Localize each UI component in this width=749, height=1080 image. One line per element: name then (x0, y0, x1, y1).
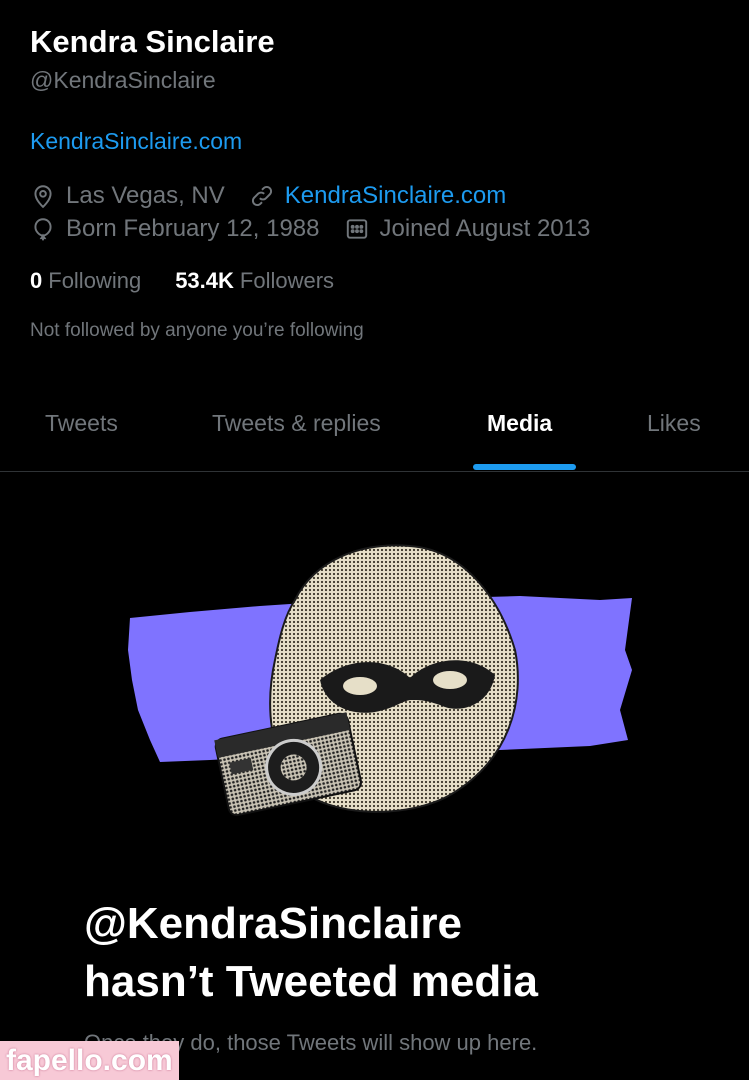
tab-tweets[interactable]: Tweets (45, 410, 118, 437)
location-icon (34, 185, 52, 209)
followers-count: 53.4K (175, 268, 234, 293)
empty-state-title: @KendraSinclaire hasn’t Tweeted media (84, 895, 724, 1011)
location-text: Las Vegas, NV (66, 182, 225, 209)
profile-meta-row-2: Born February 12, 1988 Joined August 201… (30, 215, 590, 243)
location-item: Las Vegas, NV (30, 182, 225, 210)
following-link[interactable]: 0 Following (30, 268, 141, 294)
birthday-text: Born February 12, 1988 (66, 215, 320, 242)
profile-handle: @KendraSinclaire (30, 67, 216, 93)
following-label: Following (48, 268, 142, 293)
empty-state-title-line1: @KendraSinclaire (84, 899, 462, 948)
calendar-icon (346, 219, 367, 239)
tabs-divider (0, 471, 749, 472)
website-link[interactable]: KendraSinclaire.com (285, 182, 506, 210)
followers-label: Followers (239, 268, 335, 293)
profile-name: Kendra Sinclaire (30, 24, 275, 59)
joined-item: Joined August 2013 (344, 215, 591, 243)
followers-link[interactable]: 53.4K Followers (175, 268, 334, 294)
active-tab-indicator (473, 464, 576, 470)
birthday-balloon-icon (34, 218, 52, 241)
link-icon (251, 185, 272, 207)
empty-state-title-line2: hasn’t Tweeted media (84, 957, 538, 1006)
empty-media-illustration (128, 544, 632, 817)
not-followed-note: Not followed by anyone you’re following (30, 320, 364, 341)
tab-likes[interactable]: Likes (647, 410, 701, 437)
tab-tweets-replies[interactable]: Tweets & replies (212, 410, 381, 437)
joined-text: Joined August 2013 (379, 215, 591, 242)
tab-media[interactable]: Media (487, 410, 552, 437)
bio-link[interactable]: KendraSinclaire.com (30, 128, 242, 155)
birthday-item: Born February 12, 1988 (30, 215, 320, 243)
follow-counts: 0 Following 53.4K Followers (30, 268, 334, 294)
website-item[interactable]: KendraSinclaire.com (249, 182, 506, 210)
watermark: fapello.com (0, 1041, 179, 1080)
profile-meta-row-1: Las Vegas, NV KendraSinclaire.com (30, 182, 506, 210)
following-count: 0 (30, 268, 43, 293)
